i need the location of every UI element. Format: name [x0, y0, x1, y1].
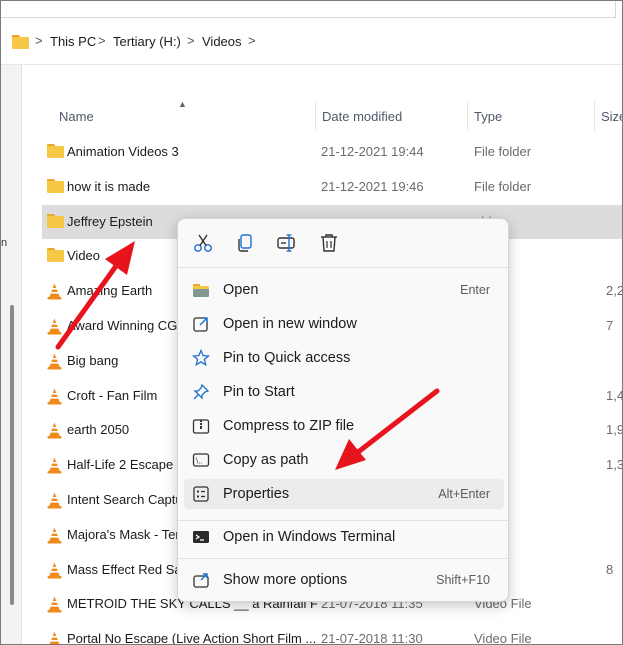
nav-pane-truncated-text: n	[1, 237, 8, 249]
column-header-type[interactable]: Type	[474, 109, 502, 124]
menu-item-label: Properties	[223, 486, 290, 502]
breadcrumb-item-tertiary[interactable]: Tertiary (H:)	[113, 34, 181, 49]
file-explorer-window: > This PC > Tertiary (H:) > Videos > n ▲…	[0, 0, 623, 645]
menu-divider	[178, 558, 508, 559]
menu-item-open[interactable]: Open Enter	[184, 275, 504, 305]
delete-icon[interactable]	[318, 232, 340, 254]
menu-item-label: Pin to Quick access	[223, 350, 351, 366]
file-row[interactable]: Portal No Escape (Live Action Short Film…	[42, 622, 622, 645]
sort-ascending-icon: ▲	[178, 99, 187, 109]
file-row[interactable]: Animation Videos 3 21-12-2021 19:44 File f…	[42, 135, 622, 169]
breadcrumb-item-this-pc[interactable]: This PC	[50, 34, 96, 49]
menu-item-shortcut: Shift+F10	[436, 573, 490, 587]
vlc-icon	[47, 527, 64, 544]
file-name: Animation Videos 3	[67, 144, 179, 159]
file-size: 2,2	[606, 283, 623, 299]
navigation-pane[interactable]: n	[1, 65, 22, 644]
folder-icon	[47, 248, 64, 263]
chevron-right-icon: >	[35, 33, 43, 48]
menu-item-compress-to-zip-file[interactable]: Compress to ZIP file	[184, 411, 504, 441]
vlc-icon	[47, 562, 64, 579]
file-name: how it is made	[67, 178, 151, 194]
open-folder-icon	[192, 281, 210, 299]
menu-item-open-in-windows-terminal[interactable]: Open in Windows Terminal	[184, 522, 504, 552]
menu-item-label: Pin to Start	[223, 384, 295, 400]
vlc-icon	[47, 353, 64, 370]
vlc-icon	[47, 422, 64, 439]
nav-pane-scrollbar[interactable]	[10, 305, 14, 605]
column-header-size[interactable]: Size	[601, 109, 622, 124]
menu-item-label: Open in new window	[223, 316, 357, 332]
file-date-modified: 21-07-2018 11:30	[321, 631, 423, 645]
column-header-name[interactable]: Name	[59, 109, 94, 124]
menu-divider	[178, 267, 508, 268]
menu-item-label: Compress to ZIP file	[223, 418, 355, 434]
file-row[interactable]: how it is made 21-12-2021 19:46 File folde…	[42, 170, 622, 204]
properties-icon	[192, 485, 210, 503]
vlc-icon	[47, 388, 64, 405]
vlc-icon	[47, 596, 64, 613]
context-menu-toolbar	[178, 219, 508, 267]
pin-star-icon	[191, 348, 211, 367]
vlc-icon	[47, 631, 64, 644]
column-divider[interactable]	[467, 101, 468, 131]
column-header-date-modified[interactable]: Date modified	[322, 109, 402, 124]
menu-item-copy-as-path[interactable]: \.. Copy as path	[184, 445, 504, 475]
zip-icon	[192, 417, 210, 435]
rename-icon[interactable]	[276, 232, 298, 254]
file-type: Video File	[474, 631, 532, 645]
column-divider[interactable]	[594, 101, 595, 131]
show-more-icon	[192, 571, 210, 589]
breadcrumb-item-videos[interactable]: Videos	[202, 34, 242, 49]
window-top-strip	[1, 1, 622, 19]
menu-item-label: Show more options	[223, 572, 348, 588]
menu-item-pin-to-start[interactable]: Pin to Start	[184, 377, 504, 407]
folder-icon	[47, 178, 64, 194]
column-divider[interactable]	[315, 101, 316, 131]
file-date-modified: 21-12-2021 19:46	[321, 178, 424, 194]
terminal-icon	[192, 528, 210, 546]
file-name: Portal No Escape (Live Action Short Film…	[67, 631, 317, 645]
file-type: File folder	[474, 178, 532, 194]
copy-icon[interactable]	[234, 232, 256, 254]
vlc-icon	[47, 283, 64, 300]
menu-item-open-in-new-window[interactable]: Open in new window	[184, 309, 504, 339]
menu-item-label: Copy as path	[223, 452, 309, 468]
file-date-modified: 21-12-2021 19:44	[321, 144, 424, 159]
breadcrumb-folder-icon	[12, 35, 29, 49]
chevron-right-icon[interactable]: >	[248, 33, 256, 48]
menu-item-shortcut: Enter	[460, 283, 490, 297]
folder-icon	[47, 144, 64, 159]
vlc-icon	[47, 492, 64, 509]
menu-item-pin-to-quick-access[interactable]: Pin to Quick access	[184, 343, 504, 373]
vlc-icon	[47, 457, 64, 474]
folder-icon	[47, 213, 64, 229]
address-bar[interactable]: > This PC > Tertiary (H:) > Videos >	[1, 19, 622, 65]
chevron-right-icon: >	[187, 33, 195, 48]
chevron-right-icon: >	[98, 33, 106, 48]
vlc-icon	[47, 318, 64, 335]
menu-item-show-more-options[interactable]: Show more options Shift+F10	[184, 565, 504, 595]
menu-item-properties[interactable]: Properties Alt+Enter	[184, 479, 504, 509]
pin-icon	[192, 383, 210, 401]
file-size: 1,3	[606, 457, 623, 473]
open-new-window-icon	[192, 315, 210, 333]
svg-text:\..: \..	[196, 457, 203, 466]
copy-path-icon: \..	[192, 451, 210, 469]
menu-divider	[178, 520, 508, 521]
file-size: 8	[606, 561, 614, 577]
menu-item-shortcut: Alt+Enter	[438, 487, 490, 501]
file-type: File folder	[474, 144, 532, 159]
file-size: 7	[606, 318, 614, 333]
file-size: 1,9	[606, 422, 623, 438]
file-size: 1,4	[606, 387, 623, 403]
menu-item-label: Open in Windows Terminal	[223, 529, 396, 545]
menu-item-label: Open	[223, 282, 259, 298]
context-menu: Open Enter Open in new window Pin to Quick …	[177, 218, 509, 602]
cut-icon[interactable]	[192, 232, 214, 254]
